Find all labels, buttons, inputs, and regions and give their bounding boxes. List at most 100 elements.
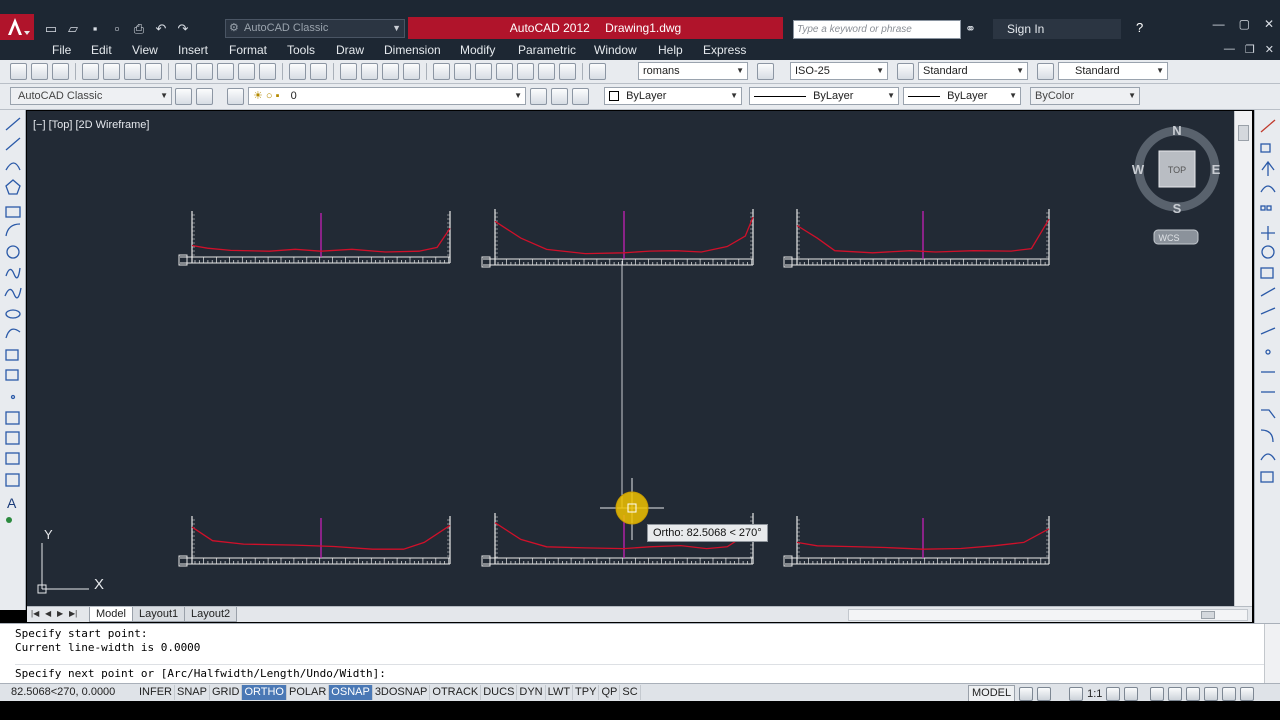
- zoom-realtime-icon[interactable]: [361, 63, 378, 80]
- menu-dimension[interactable]: Dimension: [384, 43, 460, 57]
- annotation-scale-value[interactable]: 1:1: [1087, 688, 1102, 700]
- tab-layout2[interactable]: Layout2: [184, 607, 238, 622]
- viewport-controls-label[interactable]: [−] [Top] [2D Wireframe]: [33, 119, 149, 131]
- command-prompt[interactable]: Specify next point or [Arc/Halfwidth/Len…: [15, 667, 386, 680]
- menu-parametric[interactable]: Parametric: [518, 43, 594, 57]
- workspace-settings-icon[interactable]: [175, 88, 192, 105]
- menu-view[interactable]: View: [132, 43, 178, 57]
- sign-in-button[interactable]: Sign In: [993, 19, 1121, 39]
- search-input[interactable]: Type a keyword or phrase: [793, 20, 961, 39]
- toggle-3dosnap[interactable]: 3DOSNAP: [373, 685, 431, 700]
- doc-close-icon[interactable]: ✕: [1265, 43, 1274, 56]
- color-dropdown[interactable]: ByLayer ▼: [604, 87, 742, 105]
- toggle-qp[interactable]: QP: [599, 685, 621, 700]
- save-icon[interactable]: ▪: [86, 19, 104, 37]
- 3d-dwf-icon[interactable]: [145, 63, 162, 80]
- doc-restore-icon[interactable]: ❐: [1245, 43, 1255, 56]
- text-style-dropdown[interactable]: romans ▼: [638, 62, 748, 80]
- print-icon[interactable]: ⎙: [130, 19, 148, 37]
- toggle-tpy[interactable]: TPY: [573, 685, 600, 700]
- annotation-scale-icon[interactable]: [1069, 686, 1084, 701]
- menu-help[interactable]: Help: [658, 43, 703, 57]
- plot-icon[interactable]: [82, 63, 99, 80]
- vertical-scrollbar-thumb[interactable]: [1238, 125, 1249, 141]
- toggle-dyn[interactable]: DYN: [517, 685, 546, 700]
- plot-style-dropdown[interactable]: ByColor ▼: [1030, 87, 1140, 105]
- command-line[interactable]: Specify start point: Current line-width i…: [0, 623, 1280, 684]
- model-space-canvas[interactable]: XY: [27, 111, 1234, 606]
- prev-tab-icon[interactable]: ◀: [45, 609, 55, 619]
- open-icon[interactable]: [31, 63, 48, 80]
- quick-view-drawings-icon[interactable]: [1037, 686, 1052, 701]
- dim-style-icon[interactable]: [757, 63, 774, 80]
- toggle-lwt[interactable]: LWT: [546, 685, 574, 700]
- text-style-icon[interactable]: [589, 63, 606, 80]
- toggle-osnap[interactable]: OSNAP: [329, 685, 373, 700]
- toggle-ducs[interactable]: DUCS: [481, 685, 518, 700]
- zoom-previous-icon[interactable]: [403, 63, 420, 80]
- open-icon[interactable]: ▱: [64, 19, 82, 37]
- menu-window[interactable]: Window: [594, 43, 658, 57]
- menu-insert[interactable]: Insert: [178, 43, 229, 57]
- save-as-icon[interactable]: ▫: [108, 19, 126, 37]
- copy-icon[interactable]: [196, 63, 213, 80]
- mleader-style-icon[interactable]: [1037, 63, 1054, 80]
- last-tab-icon[interactable]: ▶|: [69, 609, 79, 619]
- publish-icon[interactable]: [124, 63, 141, 80]
- match-properties-icon[interactable]: [238, 63, 255, 80]
- horizontal-scrollbar-thumb[interactable]: [1201, 611, 1215, 619]
- tab-model[interactable]: Model: [89, 607, 133, 622]
- first-tab-icon[interactable]: |◀: [31, 609, 41, 619]
- undo-icon[interactable]: ↶: [152, 19, 170, 37]
- hardware-acceleration-icon[interactable]: [1186, 686, 1201, 701]
- redo-icon[interactable]: ↷: [174, 19, 192, 37]
- vertical-scrollbar[interactable]: [1234, 111, 1252, 606]
- toggle-ortho[interactable]: ORTHO: [242, 685, 287, 700]
- next-tab-icon[interactable]: ▶: [57, 609, 67, 619]
- toggle-infer[interactable]: INFER: [137, 685, 175, 700]
- redo-icon[interactable]: [310, 63, 327, 80]
- make-current-layer-icon[interactable]: [530, 88, 547, 105]
- pan-icon[interactable]: [340, 63, 357, 80]
- maximize-icon[interactable]: ▢: [1239, 17, 1250, 31]
- cut-icon[interactable]: [175, 63, 192, 80]
- binoculars-icon[interactable]: ⚭: [965, 21, 976, 37]
- annotation-visibility-icon[interactable]: [1106, 686, 1121, 701]
- isolate-objects-icon[interactable]: [1204, 686, 1219, 701]
- close-icon[interactable]: ✕: [1264, 17, 1274, 31]
- toggle-polar[interactable]: POLAR: [287, 685, 330, 700]
- menu-express[interactable]: Express: [703, 43, 753, 57]
- new-icon[interactable]: ▭: [42, 19, 60, 37]
- auto-scale-icon[interactable]: [1124, 686, 1139, 701]
- toggle-snap[interactable]: SNAP: [175, 685, 210, 700]
- command-scrollbar[interactable]: [1264, 624, 1280, 684]
- zoom-window-icon[interactable]: [382, 63, 399, 80]
- layer-dropdown[interactable]: ☀ ○ ▪ 0 ▼: [248, 87, 526, 105]
- toolbar-lock-icon[interactable]: [1168, 686, 1183, 701]
- status-bar-menu-icon[interactable]: [1222, 686, 1237, 701]
- plot-preview-icon[interactable]: [103, 63, 120, 80]
- block-editor-icon[interactable]: [259, 63, 276, 80]
- properties-icon[interactable]: [433, 63, 450, 80]
- minimize-icon[interactable]: —: [1213, 17, 1225, 31]
- toggle-grid[interactable]: GRID: [210, 685, 243, 700]
- layer-states-icon[interactable]: [572, 88, 589, 105]
- layer-previous-icon[interactable]: [551, 88, 568, 105]
- menu-draw[interactable]: Draw: [336, 43, 384, 57]
- save-icon[interactable]: [52, 63, 69, 80]
- clean-screen-icon[interactable]: [1240, 686, 1255, 701]
- tab-layout1[interactable]: Layout1: [132, 607, 186, 622]
- help-icon[interactable]: ?: [1136, 20, 1143, 35]
- workspace-switching-icon[interactable]: [1150, 686, 1165, 701]
- menu-modify[interactable]: Modify: [460, 43, 518, 57]
- new-icon[interactable]: [10, 63, 27, 80]
- horizontal-scrollbar[interactable]: [848, 609, 1248, 621]
- quick-view-layouts-icon[interactable]: [1019, 686, 1034, 701]
- menu-file[interactable]: File: [52, 43, 91, 57]
- model-space-button[interactable]: MODEL: [968, 685, 1016, 702]
- paste-icon[interactable]: [217, 63, 234, 80]
- mleader-style-dropdown[interactable]: Standard ▼: [1058, 62, 1168, 80]
- tool-palettes-icon[interactable]: [475, 63, 492, 80]
- toggle-sc[interactable]: SC: [620, 685, 641, 700]
- dim-style-dropdown[interactable]: ISO-25 ▼: [790, 62, 888, 80]
